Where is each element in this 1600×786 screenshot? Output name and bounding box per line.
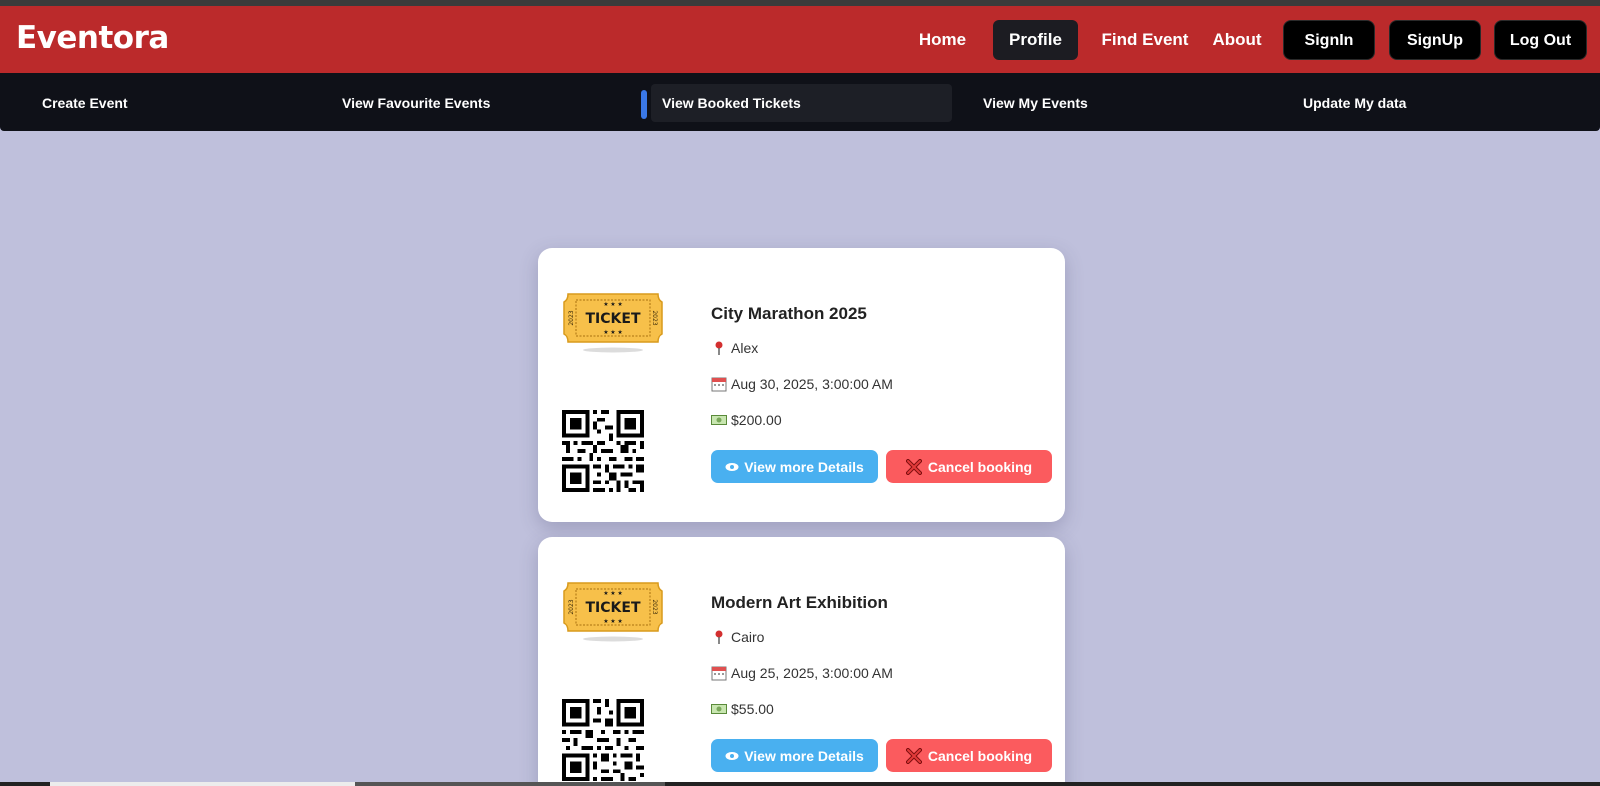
svg-text:★ ★ ★: ★ ★ ★: [603, 590, 622, 597]
profile-subnav: Create Event View Favourite Events View …: [0, 73, 1600, 131]
nav-home-link[interactable]: Home: [905, 20, 980, 60]
ticket-year-right: 2023: [651, 310, 658, 325]
event-price-row: $55.00: [711, 701, 774, 717]
cancel-booking-button[interactable]: Cancel booking: [886, 450, 1052, 483]
subnav-create-event[interactable]: Create Event: [31, 84, 231, 122]
money-icon: [711, 415, 727, 425]
view-details-button[interactable]: View more Details: [711, 450, 878, 483]
subnav-update-my-data[interactable]: Update My data: [1292, 84, 1492, 122]
ticket-image: TICKET 2023 2023 ★ ★ ★ ★ ★ ★: [563, 582, 663, 642]
cancel-booking-label: Cancel booking: [927, 458, 1033, 475]
svg-text:★ ★ ★: ★ ★ ★: [603, 301, 622, 308]
event-date: Aug 25, 2025, 3:00:00 AM: [731, 665, 893, 681]
subnav-view-my-events[interactable]: View My Events: [972, 84, 1172, 122]
view-details-label: View more Details: [744, 747, 864, 764]
taskbar-segment: [50, 782, 355, 786]
event-title: Modern Art Exhibition: [711, 593, 888, 612]
cancel-booking-button[interactable]: Cancel booking: [886, 739, 1052, 772]
eye-icon: [725, 751, 739, 760]
subnav-view-favourite-events[interactable]: View Favourite Events: [331, 84, 581, 122]
nav-find-event-link[interactable]: Find Event: [1097, 20, 1193, 60]
svg-text:★ ★ ★: ★ ★ ★: [603, 618, 622, 625]
event-location-row: Alex: [711, 340, 758, 356]
cross-icon: [905, 458, 922, 475]
event-price: $200.00: [731, 412, 782, 428]
ticket-year-left: 2023: [568, 310, 575, 325]
event-location-row: Cairo: [711, 629, 764, 645]
signin-button[interactable]: SignIn: [1283, 20, 1375, 60]
event-location: Cairo: [731, 629, 765, 645]
ticket-year-right: 2023: [651, 599, 658, 614]
cross-icon: [905, 747, 922, 764]
event-date-row: Aug 25, 2025, 3:00:00 AM: [711, 665, 893, 681]
event-price-row: $200.00: [711, 412, 782, 428]
brand-logo[interactable]: Eventora: [16, 20, 169, 56]
main-navbar: Eventora Home Profile Find Event About S…: [0, 6, 1600, 73]
qr-code: [562, 699, 644, 781]
event-location: Alex: [731, 340, 759, 356]
nav-profile-link[interactable]: Profile: [993, 20, 1078, 60]
signup-button[interactable]: SignUp: [1389, 20, 1481, 60]
ticket-image: TICKET 2023 2023 ★ ★ ★ ★ ★ ★: [563, 293, 663, 353]
event-price: $55.00: [731, 701, 774, 717]
qr-code: [562, 410, 644, 492]
nav-about-link[interactable]: About: [1205, 20, 1269, 60]
calendar-icon: [711, 666, 727, 681]
taskbar-strip: [0, 782, 1600, 786]
ticket-text: TICKET: [586, 600, 641, 616]
calendar-icon: [711, 377, 727, 392]
subnav-view-booked-tickets[interactable]: View Booked Tickets: [651, 84, 952, 122]
event-title: City Marathon 2025: [711, 304, 867, 323]
cancel-booking-label: Cancel booking: [927, 747, 1033, 764]
ticket-year-left: 2023: [568, 599, 575, 614]
event-date: Aug 30, 2025, 3:00:00 AM: [731, 376, 893, 392]
pin-icon: [715, 341, 723, 355]
money-icon: [711, 704, 727, 714]
view-details-button[interactable]: View more Details: [711, 739, 878, 772]
taskbar-segment: [355, 782, 665, 786]
pin-icon: [715, 630, 723, 644]
eye-icon: [725, 462, 739, 471]
ticket-card: TICKET 2023 2023 ★ ★ ★ ★ ★ ★ Modern Art …: [538, 537, 1065, 786]
ticket-card: TICKET 2023 2023 ★ ★ ★ ★ ★ ★ City Marath…: [538, 248, 1065, 522]
view-details-label: View more Details: [744, 458, 864, 475]
svg-text:★ ★ ★: ★ ★ ★: [603, 329, 622, 336]
ticket-text: TICKET: [586, 311, 641, 327]
active-tab-indicator: [641, 90, 647, 119]
event-date-row: Aug 30, 2025, 3:00:00 AM: [711, 376, 893, 392]
logout-button[interactable]: Log Out: [1494, 20, 1587, 60]
